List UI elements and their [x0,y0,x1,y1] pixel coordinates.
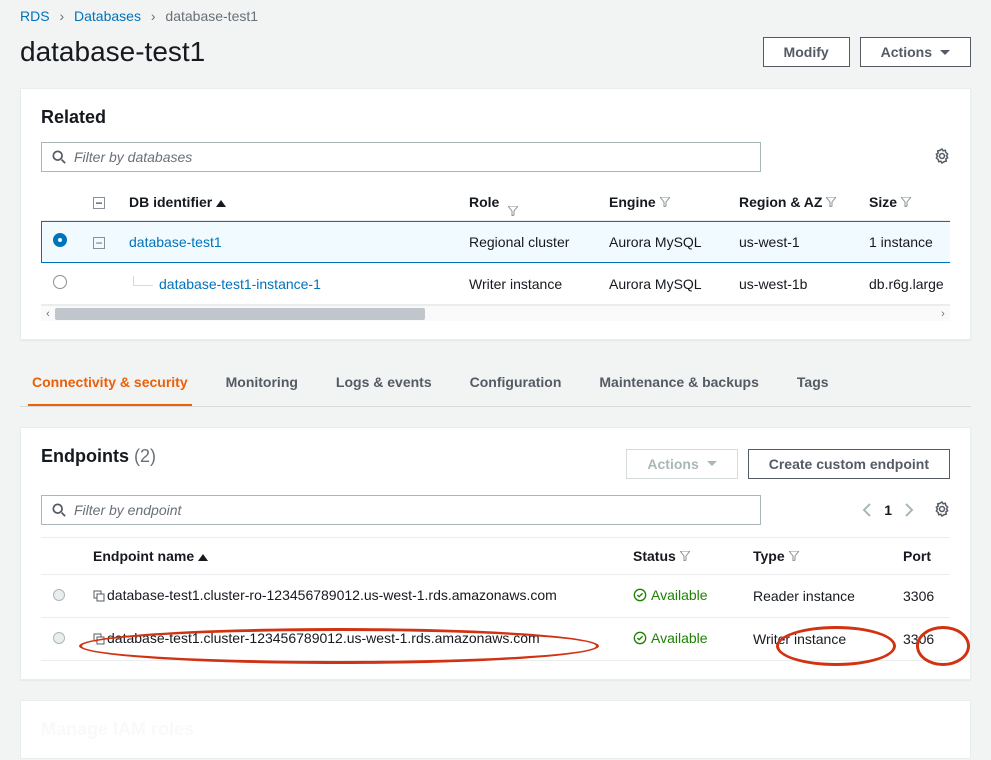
endpoint-row[interactable]: database-test1.cluster-123456789012.us-w… [41,618,950,661]
filter-icon [897,194,911,210]
endpoint-name: database-test1.cluster-ro-123456789012.u… [107,587,557,603]
sort-asc-icon [216,200,226,207]
modify-button[interactable]: Modify [763,37,850,67]
endpoint-filter[interactable] [41,495,761,525]
breadcrumb-databases[interactable]: Databases [74,8,141,24]
row-radio[interactable] [53,589,65,601]
endpoint-filter-input[interactable] [74,502,750,518]
gear-icon[interactable] [934,501,950,520]
tab-maintenance[interactable]: Maintenance & backups [595,360,763,406]
endpoint-type: Writer instance [741,618,891,661]
scroll-left-icon[interactable]: ‹ [41,308,55,320]
databases-table: − DB identifier Role Engine Region & AZ … [41,184,950,305]
col-status[interactable]: Status [633,548,676,564]
endpoints-title: Endpoints (2) [41,446,156,467]
row-size: db.r6g.large [857,263,950,305]
tree-line-icon [133,276,153,286]
iam-roles-panel: Manage IAM roles [20,700,971,759]
page-prev-icon[interactable] [862,503,872,517]
endpoint-row[interactable]: database-test1.cluster-ro-123456789012.u… [41,575,950,618]
status-available: Available [633,630,708,646]
chevron-right-icon: › [151,8,156,24]
col-size[interactable]: Size [869,194,897,210]
scroll-thumb[interactable] [55,308,425,320]
row-role: Regional cluster [457,221,597,263]
tab-configuration[interactable]: Configuration [466,360,566,406]
row-radio[interactable] [53,275,67,289]
search-icon [52,503,66,517]
gear-icon[interactable] [934,148,950,167]
filter-icon [822,194,836,210]
col-port[interactable]: Port [903,548,931,564]
row-size: 1 instance [857,221,950,263]
actions-button[interactable]: Actions [860,37,971,67]
endpoint-actions-label: Actions [647,456,698,472]
db-identifier-link[interactable]: database-test1-instance-1 [159,276,321,292]
related-filter[interactable] [41,142,761,172]
col-region[interactable]: Region & AZ [739,194,822,210]
endpoint-port: 3306 [891,618,950,661]
col-role[interactable]: Role [469,194,499,210]
search-icon [52,150,66,164]
related-filter-input[interactable] [74,149,750,165]
endpoints-panel: Endpoints (2) Actions Create custom endp… [20,427,971,680]
copy-icon[interactable] [93,632,105,648]
page-title: database-test1 [20,36,205,68]
tab-logs[interactable]: Logs & events [332,360,436,406]
table-row[interactable]: − database-test1 Regional cluster Aurora… [41,221,950,263]
caret-down-icon [707,461,717,466]
actions-label: Actions [881,44,932,60]
breadcrumb-root[interactable]: RDS [20,8,50,24]
scroll-right-icon[interactable]: › [936,308,950,320]
expand-all-icon[interactable]: − [93,197,105,209]
endpoint-actions-button[interactable]: Actions [626,449,737,479]
row-engine: Aurora MySQL [597,221,727,263]
breadcrumb: RDS › Databases › database-test1 [0,0,991,32]
endpoint-name: database-test1.cluster-123456789012.us-w… [107,630,540,646]
row-radio[interactable] [53,233,67,247]
db-identifier-link[interactable]: database-test1 [129,234,222,250]
col-endpoint-name[interactable]: Endpoint name [93,548,194,564]
create-endpoint-button[interactable]: Create custom endpoint [748,449,950,479]
row-engine: Aurora MySQL [597,263,727,305]
caret-down-icon [940,50,950,55]
tab-connectivity[interactable]: Connectivity & security [28,360,192,406]
table-row[interactable]: database-test1-instance-1 Writer instanc… [41,263,950,305]
filter-icon [785,548,799,564]
row-role: Writer instance [457,263,597,305]
page-number: 1 [884,502,892,518]
endpoints-table: Endpoint name Status Type Port database-… [41,537,950,661]
breadcrumb-current: database-test1 [165,8,258,24]
row-region: us-west-1 [727,221,857,263]
endpoint-type: Reader instance [741,575,891,618]
page-next-icon[interactable] [904,503,914,517]
detail-tabs: Connectivity & security Monitoring Logs … [20,360,971,407]
pager: 1 [862,501,950,520]
status-available: Available [633,587,708,603]
copy-icon[interactable] [93,589,105,605]
filter-icon [676,548,690,564]
col-type[interactable]: Type [753,548,785,564]
chevron-right-icon: › [59,8,64,24]
col-engine[interactable]: Engine [609,194,656,210]
collapse-icon[interactable]: − [93,237,105,249]
horizontal-scrollbar[interactable]: ‹ › [41,305,950,321]
endpoint-port: 3306 [891,575,950,618]
row-radio[interactable] [53,632,65,644]
filter-icon [656,194,670,210]
row-region: us-west-1b [727,263,857,305]
tab-monitoring[interactable]: Monitoring [222,360,302,406]
related-panel: Related − DB identifier Role Engine [20,88,971,340]
tab-tags[interactable]: Tags [793,360,833,406]
col-identifier[interactable]: DB identifier [129,194,212,210]
sort-asc-icon [198,554,208,561]
related-title: Related [41,107,950,128]
